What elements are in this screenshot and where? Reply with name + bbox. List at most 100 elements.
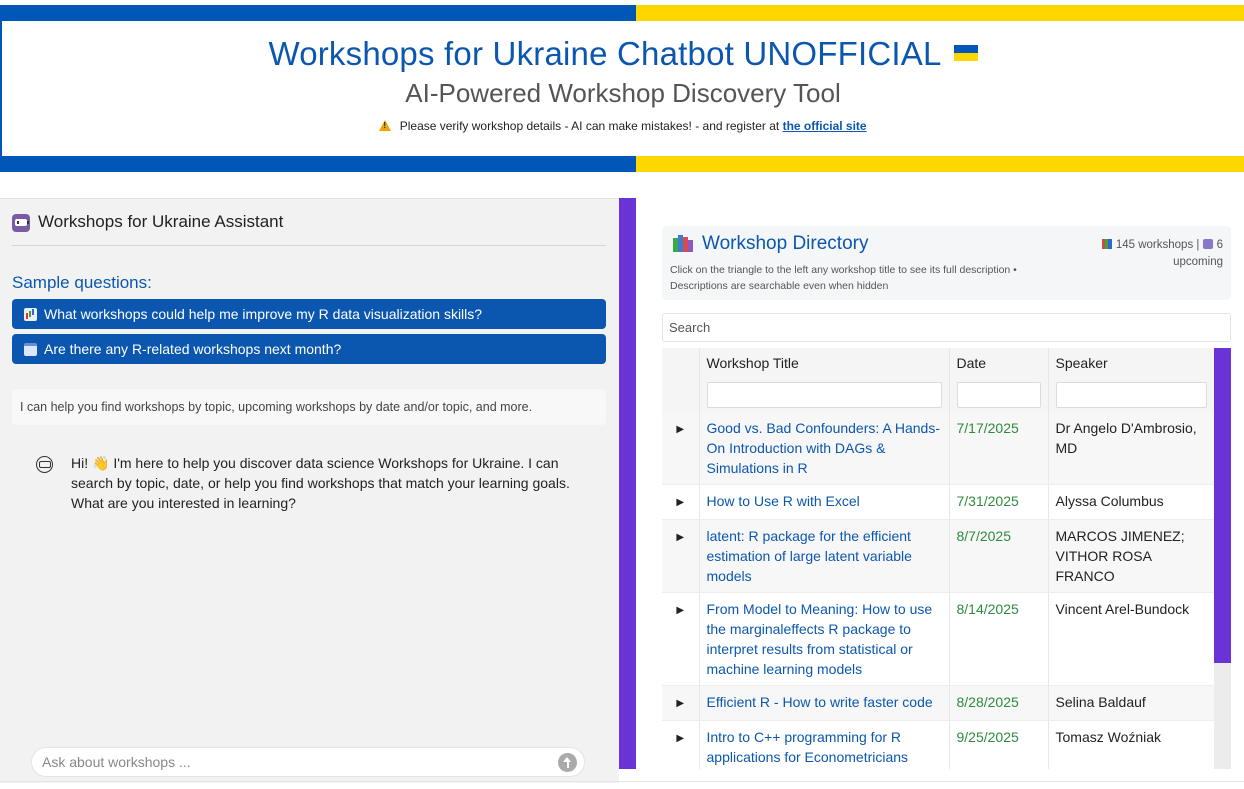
date-filter-input[interactable] [956,382,1041,408]
directory-stats: 145 workshops | 6 upcoming [1073,237,1223,271]
workshop-title-cell: From Model to Meaning: How to use the ma… [699,592,950,686]
column-header-speaker[interactable]: Speaker [1048,348,1214,378]
bar-chart-icon [1101,239,1112,249]
bot-avatar-icon [36,456,53,473]
table-row: ▶ Good vs. Bad Confounders: A Hands-On I… [662,412,1214,485]
scrollbar-thumb[interactable] [1214,348,1231,663]
search-input[interactable] [663,314,1230,341]
send-icon[interactable] [558,752,577,772]
filter-cell [699,378,950,412]
books-icon [673,235,694,252]
workshop-date-cell: 7/17/2025 [949,412,1049,485]
header-box: Workshops for Ukraine Chatbot UNOFFICIAL… [0,21,1244,156]
page-title-text: Workshops for Ukraine Chatbot UNOFFICIAL [268,35,942,72]
page-header: Workshops for Ukraine Chatbot UNOFFICIAL… [0,5,1244,172]
chat-input-container [31,747,585,777]
workshop-title-link[interactable]: Efficient R - How to write faster code [707,694,933,710]
workshop-date: 8/14/2025 [956,601,1019,617]
workshop-table-container: Workshop Title Date Speaker ▶ Good vs. B… [662,348,1214,769]
calendar-icon [1202,239,1213,249]
table-row: ▶ Intro to C++ programming for R applica… [662,720,1214,769]
workshop-title-link[interactable]: How to Use R with Excel [707,493,860,509]
robot-icon [12,214,30,232]
workshop-date-cell: 7/31/2025 [949,484,1049,520]
bar-chart-icon [24,307,37,321]
flag-strip-top [0,5,1244,21]
filter-cell [662,378,700,412]
sample-question-button[interactable]: What workshops could help me improve my … [12,299,606,329]
expand-triangle-icon[interactable]: ▶ [662,720,700,769]
bot-message: Hi! 👋 I'm here to help you discover data… [36,453,576,513]
expand-column-header [662,348,700,378]
workshop-date-cell: 8/28/2025 [949,685,1049,721]
sample-question-button[interactable]: Are there any R-related workshops next m… [12,334,606,364]
workshop-title-link[interactable]: Good vs. Bad Confounders: A Hands-On Int… [707,420,940,476]
expand-triangle-icon[interactable]: ▶ [662,685,700,721]
workshop-title-cell: latent: R package for the efficient esti… [699,519,950,593]
speaker-filter-input[interactable] [1055,382,1207,408]
title-filter-input[interactable] [706,382,942,408]
sample-question-label: What workshops could help me improve my … [44,306,483,322]
calendar-icon [24,342,37,356]
directory-header-card: Workshop Directory Click on the triangle… [662,226,1231,300]
official-site-link[interactable]: the official site [783,119,867,133]
workshop-date-cell: 8/7/2025 [949,519,1049,593]
workshop-title-link[interactable]: From Model to Meaning: How to use the ma… [707,601,933,677]
ukraine-flag-icon [953,45,978,62]
workshop-date: 8/7/2025 [956,528,1012,544]
flag-yellow-band [636,5,1244,21]
workshop-date: 7/31/2025 [956,493,1019,509]
workshop-date-cell: 9/25/2025 [949,720,1049,769]
flag-yellow-band [636,156,1244,172]
workshop-speaker: MARCOS JIMENEZ; VITHOR ROSA FRANCO [1048,519,1214,593]
chat-panel: Workshops for Ukraine Assistant Sample q… [0,198,619,783]
workshop-title-cell: Efficient R - How to write faster code [699,685,950,721]
expand-triangle-icon[interactable]: ▶ [662,484,700,520]
workshop-speaker: Dr Angelo D'Ambrosio, MD [1048,412,1214,485]
workshop-date-cell: 8/14/2025 [949,592,1049,686]
workshop-date: 7/17/2025 [956,420,1019,436]
bot-message-text: Hi! 👋 I'm here to help you discover data… [71,455,570,511]
chat-input[interactable] [42,754,558,770]
flag-blue-band [0,5,636,21]
verify-notice-text: Please verify workshop details - AI can … [399,119,780,133]
expand-triangle-icon[interactable]: ▶ [662,592,700,686]
filter-row [662,378,1214,412]
workshop-title-cell: Good vs. Bad Confounders: A Hands-On Int… [699,412,950,485]
page-subtitle: AI-Powered Workshop Discovery Tool [405,78,841,108]
filter-cell [1048,378,1214,412]
workshop-speaker: Tomasz Woźniak [1048,720,1214,769]
flag-strip-bottom [0,156,1244,172]
expand-triangle-icon[interactable]: ▶ [662,412,700,485]
filter-cell [949,378,1049,412]
verify-notice: Please verify workshop details - AI can … [2,119,1244,133]
flag-blue-band [0,156,636,172]
directory-description: Click on the triangle to the left any wo… [670,264,1017,292]
warning-icon [379,120,392,131]
table-scrollbar[interactable] [1214,348,1231,769]
directory-title: Workshop Directory [702,233,869,254]
workshop-date: 9/25/2025 [956,729,1019,745]
page-title: Workshops for Ukraine Chatbot UNOFFICIAL [2,35,1244,73]
chat-title: Workshops for Ukraine Assistant [38,212,284,231]
table-row: ▶ How to Use R with Excel 7/31/2025 Alys… [662,484,1214,520]
sample-question-label: Are there any R-related workshops next m… [44,341,342,357]
directory-panel: Workshop Directory Click on the triangle… [636,198,1244,783]
table-row: ▶ From Model to Meaning: How to use the … [662,592,1214,686]
workshop-speaker: Selina Baldauf [1048,685,1214,721]
chat-header: Workshops for Ukraine Assistant [12,212,606,246]
table-header-row: Workshop Title Date Speaker [662,348,1214,378]
column-header-date[interactable]: Date [949,348,1049,378]
sample-questions-label: Sample questions: [12,273,152,292]
workshop-speaker: Alyssa Columbus [1048,484,1214,520]
workshop-title-link[interactable]: latent: R package for the efficient esti… [707,528,912,584]
expand-triangle-icon[interactable]: ▶ [662,519,700,593]
workshop-title-link[interactable]: Intro to C++ programming for R applicati… [707,729,909,765]
help-text: I can help you find workshops by topic, … [12,389,606,425]
workshop-title-cell: How to Use R with Excel [699,484,950,520]
column-header-title[interactable]: Workshop Title [699,348,950,378]
workshop-title-cell: Intro to C++ programming for R applicati… [699,720,950,769]
table-row: ▶ latent: R package for the efficient es… [662,519,1214,593]
search-container [662,313,1231,342]
panel-divider[interactable] [619,198,636,769]
